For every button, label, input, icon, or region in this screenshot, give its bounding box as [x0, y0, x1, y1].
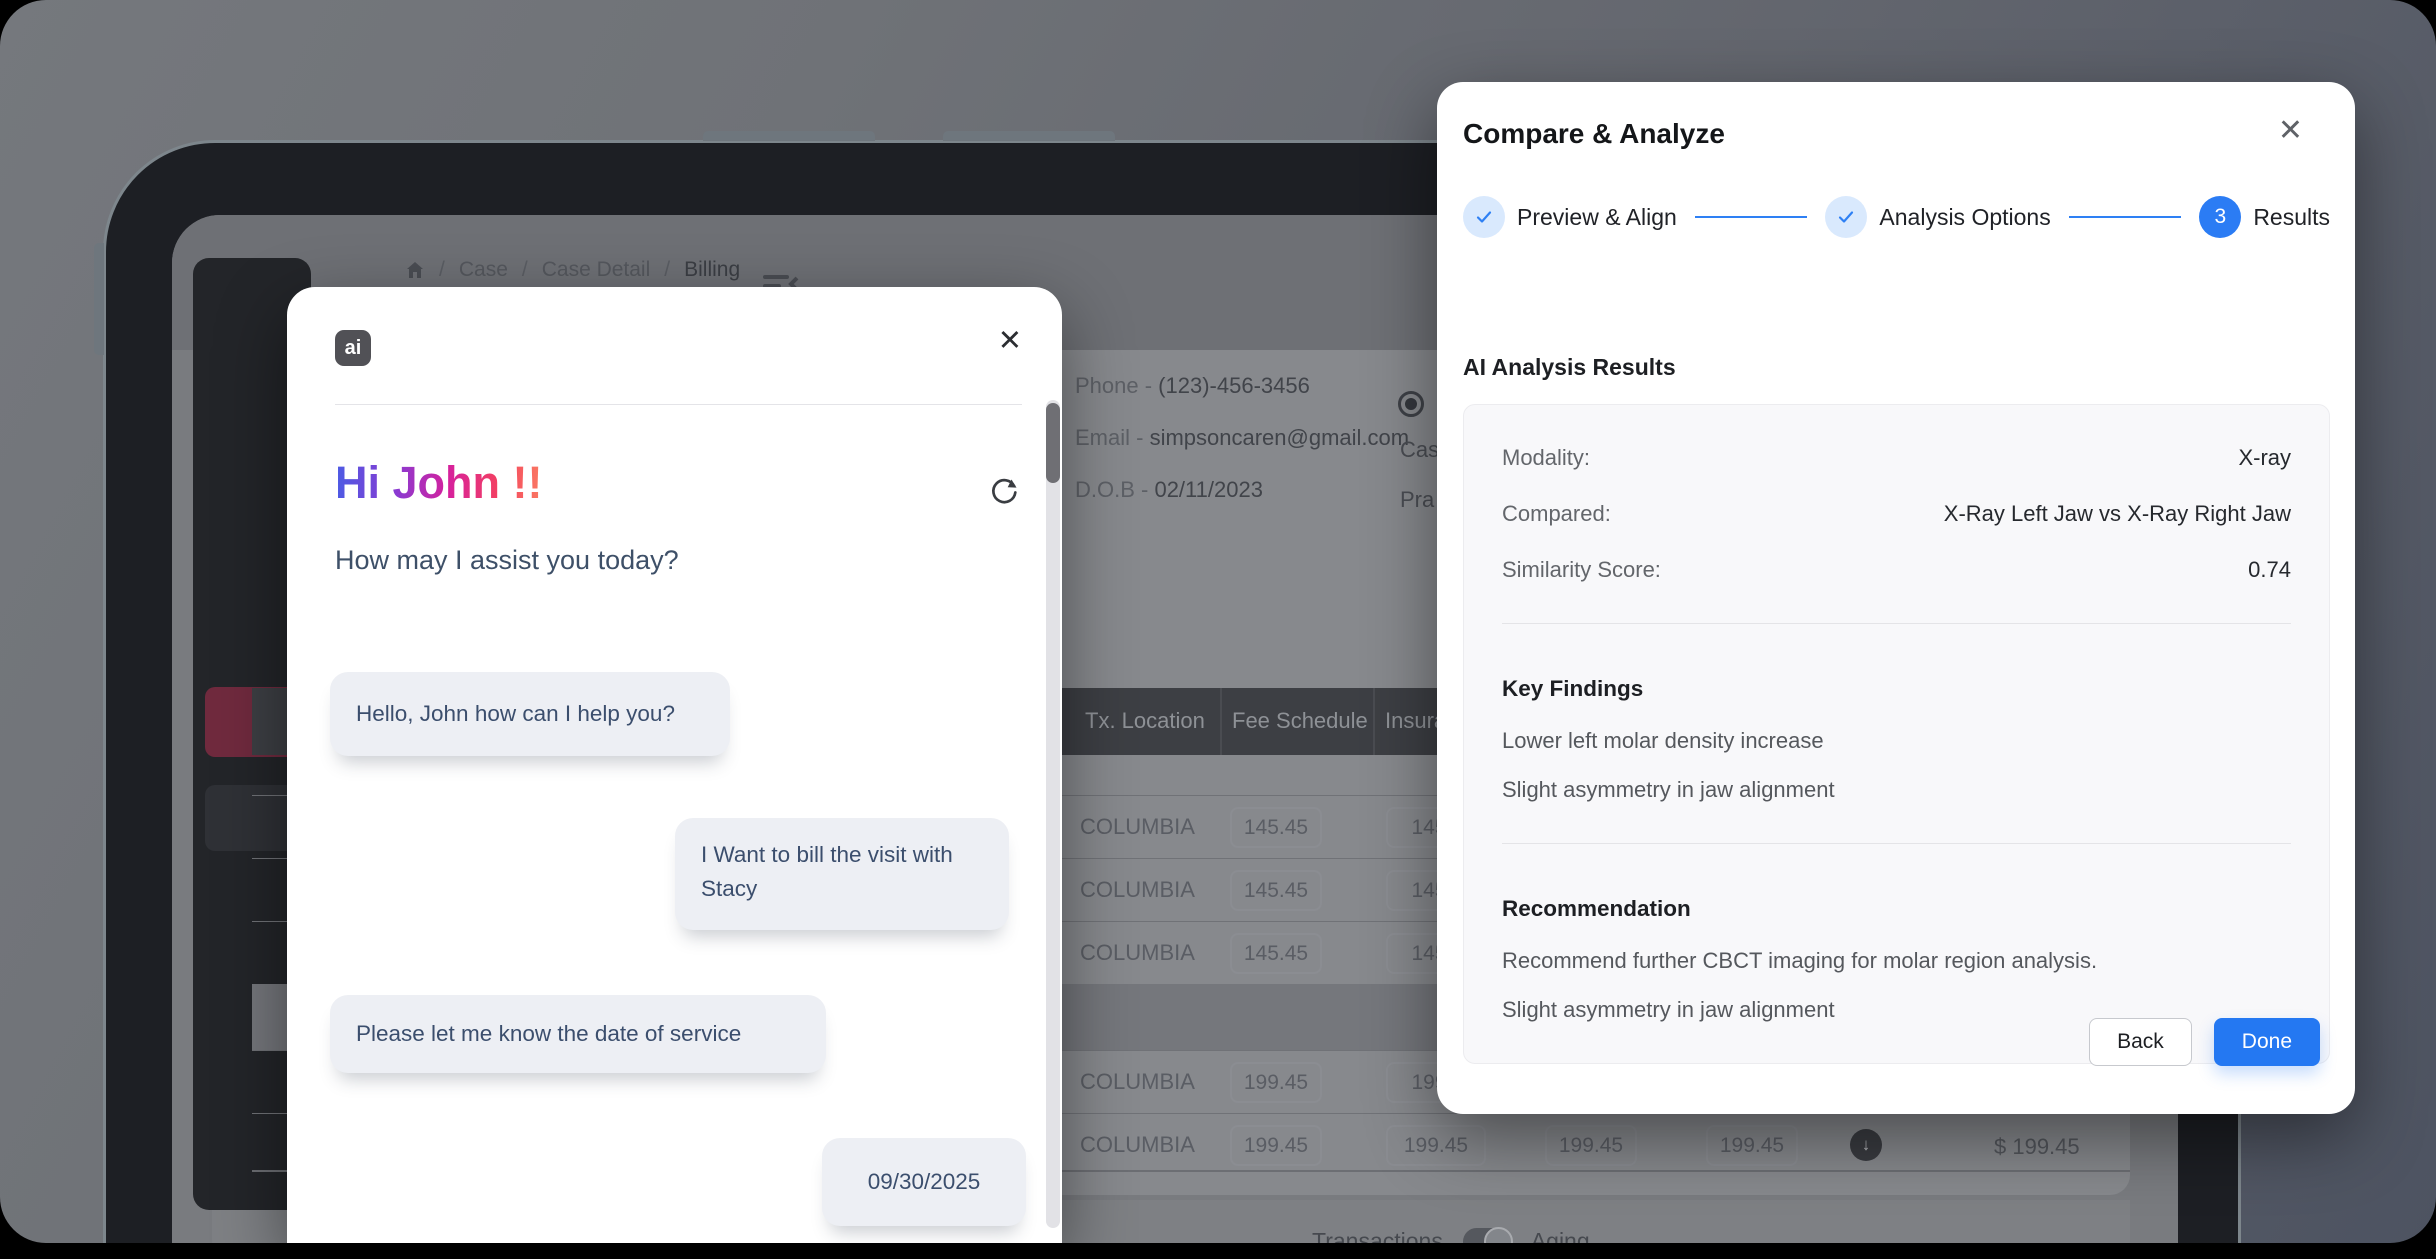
patient-phone: Phone - (123)-456-3456	[1075, 373, 1409, 399]
fee-input[interactable]: 145.45	[1230, 933, 1322, 974]
ai-logo: ai	[335, 330, 371, 366]
tablet-top-button	[943, 131, 1115, 141]
breadcrumb-item-case-detail[interactable]: Case Detail	[542, 258, 651, 282]
step-results[interactable]: 3 Results	[2199, 196, 2330, 238]
result-value: 0.74	[2248, 557, 2291, 583]
step-label: Results	[2253, 204, 2330, 231]
location-cell: COLUMBIA	[1080, 1132, 1195, 1158]
modal-close-icon[interactable]: ✕	[2278, 116, 2303, 146]
chat-subtitle: How may I assist you today?	[335, 545, 679, 576]
chat-close-icon[interactable]: ✕	[998, 327, 1022, 356]
analysis-results-card: Modality: X-ray Compared: X-Ray Left Jaw…	[1463, 404, 2330, 1064]
location-cell: COLUMBIA	[1080, 877, 1195, 903]
table-footer-controls: Transactions Aging	[1312, 1228, 1590, 1243]
email-value: simpsoncaren@gmail.com	[1150, 425, 1410, 450]
patient-dob: D.O.B - 02/11/2023	[1075, 477, 1409, 503]
section-title: AI Analysis Results	[1463, 354, 1676, 381]
step-connector	[2069, 216, 2182, 218]
screenshot-root: / Case / Case Detail / Billing	[0, 0, 2436, 1259]
phone-label: Phone -	[1075, 373, 1158, 398]
step-check-icon	[1825, 196, 1867, 238]
modal-actions: Back Done	[2089, 1018, 2320, 1066]
chat-scrollbar-thumb[interactable]	[1046, 403, 1060, 483]
step-connector	[1695, 216, 1808, 218]
location-cell: COLUMBIA	[1080, 940, 1195, 966]
radio-button[interactable]	[1398, 391, 1424, 417]
step-preview-align[interactable]: Preview & Align	[1463, 196, 1677, 238]
fee-input[interactable]: 145.45	[1230, 807, 1322, 848]
chat-message-bot: Please let me know the date of service	[330, 995, 826, 1073]
refresh-icon[interactable]	[987, 473, 1021, 512]
practice-label-partial: Pra	[1400, 487, 1434, 513]
fee-input[interactable]: 199.45	[1230, 1125, 1322, 1166]
result-label: Modality:	[1502, 445, 1590, 471]
toggle-knob	[1484, 1227, 1513, 1243]
phone-value: (123)-456-3456	[1158, 373, 1310, 398]
location-cell: COLUMBIA	[1080, 814, 1195, 840]
breadcrumb-item-billing: Billing	[684, 258, 740, 282]
ai-chat-modal: ai ✕ Hi John !! How may I assist you tod…	[287, 287, 1062, 1243]
compare-analyze-modal: Compare & Analyze ✕ Preview & Align Anal…	[1437, 82, 2355, 1114]
location-cell: COLUMBIA	[1080, 1069, 1195, 1095]
insurance-input[interactable]: 199.45	[1386, 1125, 1486, 1166]
breadcrumb-item-case[interactable]: Case	[459, 258, 508, 282]
fee-input[interactable]: 199.45	[1230, 1062, 1322, 1103]
result-row-similarity: Similarity Score: 0.74	[1502, 557, 2291, 583]
divider	[1502, 843, 2291, 844]
back-button[interactable]: Back	[2089, 1018, 2192, 1066]
home-icon[interactable]	[405, 260, 425, 280]
done-button[interactable]: Done	[2214, 1018, 2320, 1066]
fee-input[interactable]: 199.45	[1706, 1125, 1798, 1166]
email-label: Email -	[1075, 425, 1150, 450]
col-fee-schedule: Fee Schedule	[1232, 708, 1368, 734]
step-label: Analysis Options	[1879, 204, 2050, 231]
divider	[1502, 623, 2291, 624]
key-finding: Slight asymmetry in jaw alignment	[1502, 777, 2291, 803]
col-tx-location: Tx. Location	[1085, 708, 1205, 734]
key-finding: Lower left molar density increase	[1502, 728, 2291, 754]
result-row-compared: Compared: X-Ray Left Jaw vs X-Ray Right …	[1502, 501, 2291, 527]
case-label-partial: Cas	[1400, 437, 1439, 463]
breadcrumb-separator: /	[664, 258, 670, 282]
chat-divider	[335, 404, 1022, 405]
fee-input[interactable]: 145.45	[1230, 870, 1322, 911]
breadcrumb-separator: /	[522, 258, 528, 282]
dob-label: D.O.B -	[1075, 477, 1154, 502]
row-action-icon[interactable]: ↓	[1850, 1129, 1882, 1161]
row-total: $ 199.45	[1994, 1134, 2080, 1160]
recommendation-item: Recommend further CBCT imaging for molar…	[1502, 948, 2291, 974]
transactions-aging-toggle[interactable]	[1463, 1228, 1511, 1243]
result-value: X-ray	[2238, 445, 2291, 471]
step-analysis-options[interactable]: Analysis Options	[1825, 196, 2050, 238]
recommendation-title: Recommendation	[1502, 896, 2291, 922]
patient-email: Email - simpsoncaren@gmail.com	[1075, 425, 1409, 451]
breadcrumb-separator: /	[439, 258, 445, 282]
transactions-label: Transactions	[1312, 1228, 1443, 1243]
chat-scrollbar-track	[1046, 400, 1060, 1228]
result-value: X-Ray Left Jaw vs X-Ray Right Jaw	[1944, 501, 2291, 527]
step-check-icon	[1463, 196, 1505, 238]
fee-input[interactable]: 199.45	[1545, 1125, 1637, 1166]
tablet-top-button	[703, 131, 875, 141]
result-label: Compared:	[1502, 501, 1611, 527]
chat-greeting: Hi John !!	[335, 457, 542, 509]
chat-message-user: I Want to bill the visit with Stacy	[675, 818, 1009, 930]
modal-title: Compare & Analyze	[1463, 118, 1725, 150]
result-row-modality: Modality: X-ray	[1502, 445, 2291, 471]
breadcrumb: / Case / Case Detail / Billing	[405, 258, 740, 282]
background-scene: / Case / Case Detail / Billing	[0, 0, 2436, 1243]
patient-info: Phone - (123)-456-3456 Email - simpsonca…	[1075, 373, 1409, 529]
key-findings-title: Key Findings	[1502, 676, 2291, 702]
result-label: Similarity Score:	[1502, 557, 1661, 583]
step-label: Preview & Align	[1517, 204, 1677, 231]
aging-label: Aging	[1531, 1228, 1590, 1243]
dob-value: 02/11/2023	[1154, 477, 1262, 502]
chat-message-bot: Hello, John how can I help you?	[330, 672, 730, 756]
tablet-side-button	[94, 243, 104, 355]
step-number: 3	[2199, 196, 2241, 238]
wizard-stepper: Preview & Align Analysis Options 3 Resul…	[1463, 195, 2330, 239]
chat-message-user: 09/30/2025	[822, 1138, 1026, 1226]
